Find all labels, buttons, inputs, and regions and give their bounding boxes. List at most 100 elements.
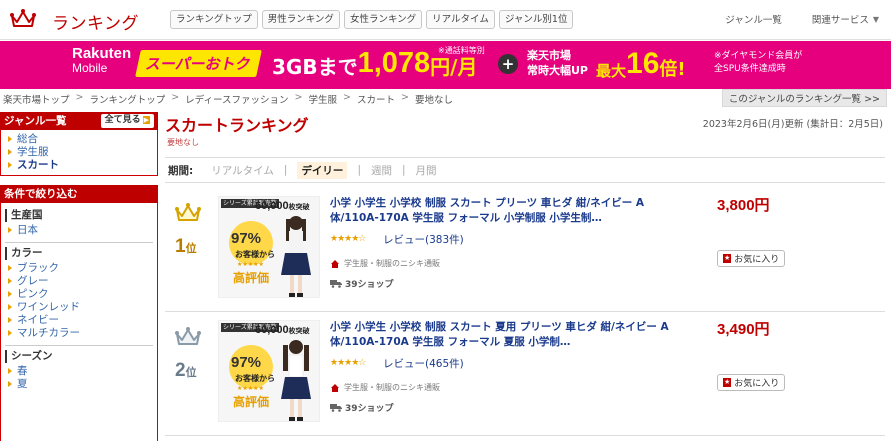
show-all-label: 全て見る [104, 115, 141, 125]
filter-japan[interactable]: 日本 [5, 224, 157, 237]
rank-suffix: 位 [185, 243, 197, 255]
breadcrumb-item[interactable]: ランキングトップ [89, 92, 165, 106]
plan-price: 3GBまで1,078円/月 [272, 47, 477, 80]
sidebar-item-overall[interactable]: 総合 [5, 133, 157, 146]
shipping-text: 39ショップ [345, 404, 394, 414]
max-points: 最大16倍! [596, 47, 686, 81]
shop-link[interactable]: 学生服・制服のニシキ通販 [330, 258, 440, 269]
shop-link[interactable]: 学生服・制服のニシキ通販 [330, 382, 440, 393]
truck-icon [330, 280, 342, 288]
product-name-link[interactable]: 小学 小学生 小学校 制服 スカート 夏用 プリーツ 車ヒダ 紺/ネイビー A体… [330, 320, 675, 350]
thumb-stars: ★★★★★ [237, 385, 264, 392]
breadcrumb-item[interactable]: 楽天市場トップ [3, 92, 70, 106]
genre-list: 総合 学生服 スカート [0, 130, 158, 176]
tab-women-ranking[interactable]: 女性ランキング [343, 10, 423, 29]
promo-banner[interactable]: Rakuten Mobile スーパーおトク ※通話料等別 3GBまで1,078… [0, 41, 891, 89]
breadcrumb-current: 要地なし [414, 95, 453, 106]
rank-value: 2 [175, 360, 186, 381]
breadcrumb-item[interactable]: スカート [357, 92, 395, 106]
promo-label: スーパーおトク [135, 50, 262, 77]
star-icon: ★ [723, 378, 732, 387]
breadcrumb-item[interactable]: レディースファッション [185, 92, 288, 106]
product-name-link[interactable]: 小学 小学生 小学校 制服 スカート プリーツ 車ヒダ 紺/ネイビー A体/11… [330, 196, 675, 226]
header-tabs: ランキングトップ 男性ランキング 女性ランキング リアルタイム ジャンル別1位 [170, 10, 574, 29]
separator: | [283, 164, 288, 176]
thumb-count-unit: 枚突破 [288, 204, 310, 211]
sidebar-item-skirt: スカート [5, 159, 157, 172]
ranking-logo-text[interactable]: ランキング [52, 9, 139, 34]
shop-name: 学生服・制服のニシキ通販 [344, 383, 440, 392]
divider [5, 242, 153, 243]
silver-crown-icon [175, 327, 201, 345]
ichiba-text: 楽天市場 常時大幅UP [527, 48, 588, 78]
favorite-label: お気に入り [734, 255, 780, 265]
separator: | [357, 164, 361, 176]
filter-season-summer[interactable]: 夏 [5, 378, 157, 391]
max-prefix: 最大 [596, 62, 627, 80]
thumb-count: 60,000枚突破 [255, 324, 310, 336]
filter-color-black[interactable]: ブラック [5, 262, 157, 275]
breadcrumb: 楽天市場トップ > ランキングトップ > レディースファッション > 学生服 > スカー… [3, 92, 453, 106]
page-subtitle: 要地なし [167, 138, 199, 147]
genre-list-link[interactable]: ジャンル一覧 [725, 12, 782, 26]
filter-color-pink[interactable]: ピンク [5, 288, 157, 301]
genre-list-header: ジャンル一覧 全て見る ▶ [0, 112, 158, 130]
review-link[interactable]: レビュー(383件) [383, 232, 464, 247]
filter-season-spring[interactable]: 春 [5, 365, 157, 378]
related-services-link[interactable]: 関連サービス ▼ [812, 12, 879, 27]
rank-value: 1 [175, 236, 186, 257]
shop-name: 学生服・制服のニシキ通販 [344, 259, 440, 268]
thumb-text: お客様から [235, 250, 275, 259]
diamond-note: ※ダイヤモンド会員が 全SPU条件達成時 [714, 50, 802, 76]
star-rating: ★★★★☆ [330, 358, 366, 368]
thumb-percent: 97% [231, 230, 262, 247]
product-price: 3,490円 [717, 321, 770, 338]
ranking-item: 1位 シリーズ累計販売数 60,000枚突破 97% お客様から ★★★★★ 高… [165, 188, 885, 312]
plan-price-unit: 円/月 [430, 55, 478, 79]
product-thumbnail[interactable]: シリーズ累計販売数 60,000枚突破 97% お客様から ★★★★★ 高評価 [218, 320, 320, 422]
product-thumbnail[interactable]: シリーズ累計販売数 60,000枚突破 97% お客様から ★★★★★ 高評価 [218, 196, 320, 298]
page-title: スカートランキング [165, 116, 309, 135]
ichiba-line1: 楽天市場 [527, 49, 571, 62]
review-link[interactable]: レビュー(465件) [383, 356, 464, 371]
genre-ranking-list-button[interactable]: このジャンルのランキング一覧 >> [721, 89, 887, 107]
breadcrumb-item[interactable]: 学生服 [309, 92, 338, 106]
shipping-badge: 39ショップ [330, 401, 394, 414]
chevron-right-icon: > [343, 92, 351, 103]
filter-color-wine-red[interactable]: ワインレッド [5, 301, 157, 314]
filter-color-multi[interactable]: マルチカラー [5, 327, 157, 340]
rakuten-mobile-logo: Rakuten Mobile [72, 46, 131, 74]
product-price: 3,800円 [717, 197, 770, 214]
thumb-text: お客様から [235, 374, 275, 383]
period-daily[interactable]: デイリー [297, 161, 348, 179]
tab-ranking-top[interactable]: ランキングトップ [170, 10, 258, 29]
ranking-item: 2位 シリーズ累計販売数 60,000枚突破 97% お客様から ★★★★★ 高… [165, 312, 885, 436]
note-line1: ※ダイヤモンド会員が [714, 51, 803, 61]
show-all-button[interactable]: 全て見る ▶ [100, 114, 154, 128]
crown-logo-icon[interactable] [10, 8, 36, 30]
filter-color-navy[interactable]: ネイビー [5, 314, 157, 327]
season-heading: シーズン [5, 350, 157, 363]
home-icon [331, 259, 339, 268]
separator: | [401, 164, 406, 176]
tab-men-ranking[interactable]: 男性ランキング [261, 10, 340, 29]
period-label: 期間: [168, 164, 194, 177]
filter-color-gray[interactable]: グレー [5, 275, 157, 288]
tab-genre-first[interactable]: ジャンル別1位 [498, 10, 574, 29]
model-figure-icon [281, 340, 311, 421]
thumb-count-value: 60,000 [255, 324, 289, 336]
period-selector: 期間: リアルタイム | デイリー | 週間 | 月間 [165, 157, 885, 183]
period-monthly[interactable]: 月間 [416, 163, 437, 178]
period-realtime[interactable]: リアルタイム [211, 163, 274, 178]
period-weekly[interactable]: 週間 [371, 163, 392, 178]
rank-number: 1位 [175, 236, 197, 258]
home-icon [331, 383, 339, 392]
sidebar-item-school-uniform[interactable]: 学生服 [5, 146, 157, 159]
production-heading: 生産国 [5, 209, 157, 222]
thumb-count: 60,000枚突破 [255, 200, 310, 212]
favorite-button[interactable]: ★ お気に入り [717, 374, 786, 391]
tab-realtime[interactable]: リアルタイム [426, 10, 495, 29]
thumb-high-rating: 高評価 [233, 395, 270, 409]
rank-suffix: 位 [185, 367, 197, 379]
favorite-button[interactable]: ★ お気に入り [717, 250, 786, 267]
